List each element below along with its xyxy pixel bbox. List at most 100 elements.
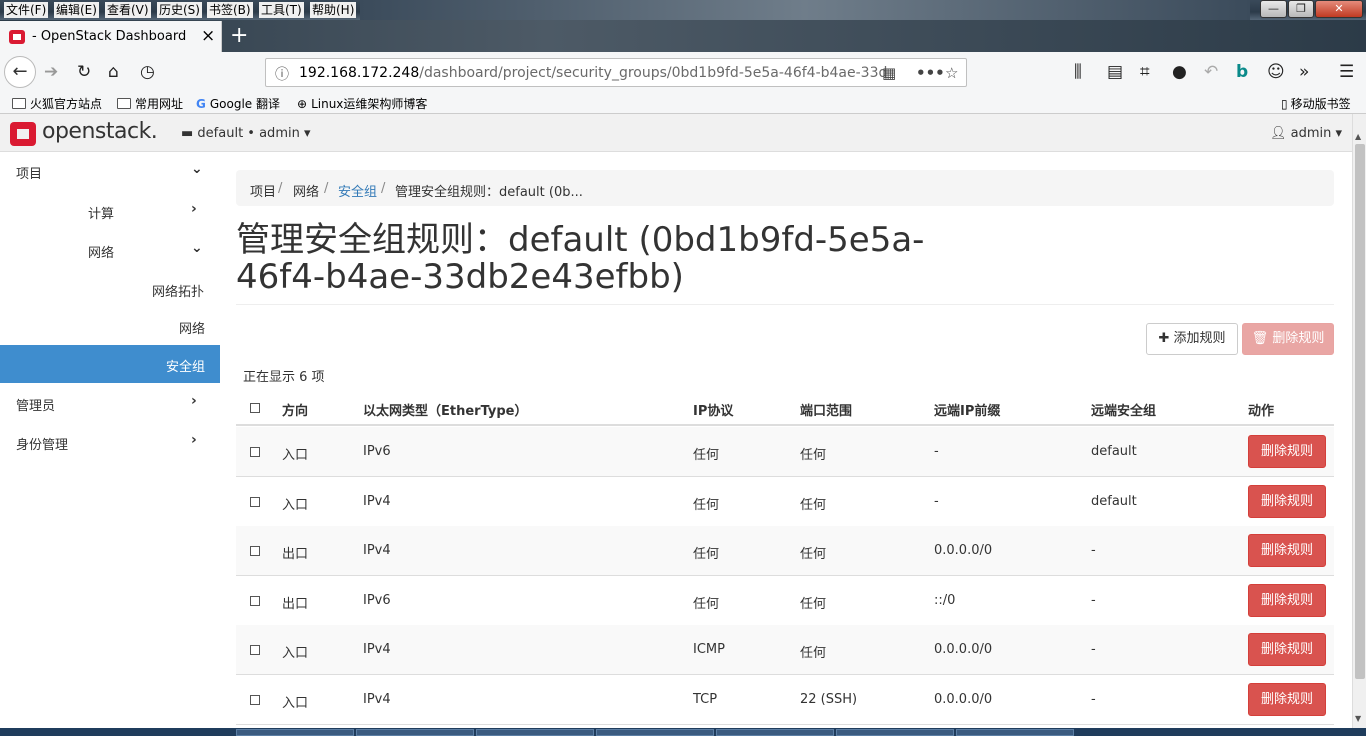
- delete-rule-button[interactable]: 删除规则: [1248, 435, 1326, 468]
- cell-port-range: 任何: [800, 448, 827, 463]
- sidebar-item-network-topology[interactable]: 网络拓扑: [0, 270, 220, 308]
- taskbar-app[interactable]: [956, 729, 1074, 736]
- cell-port-range: 22 (SSH): [800, 692, 858, 707]
- cell-remote-group: -: [1091, 543, 1096, 558]
- taskbar-app[interactable]: [836, 729, 954, 736]
- menu-edit[interactable]: 编辑(E): [54, 2, 99, 18]
- col-ip-protocol[interactable]: IP协议: [693, 400, 733, 419]
- table-row: 出口 IPv4 任何 任何 0.0.0.0/0 - 删除规则: [236, 526, 1334, 576]
- new-tab-button[interactable]: +: [230, 23, 248, 48]
- home-icon[interactable]: ⌂: [108, 62, 119, 82]
- row-checkbox[interactable]: [250, 596, 260, 606]
- cell-ethertype: IPv6: [363, 444, 391, 459]
- taskbar-app[interactable]: [476, 729, 594, 736]
- sidebar-item-admin[interactable]: 管理员 ›: [0, 384, 220, 422]
- bookmark-label: 火狐官方站点: [30, 97, 103, 111]
- page-scrollbar[interactable]: ▲ ▼: [1352, 114, 1366, 728]
- row-checkbox[interactable]: [250, 645, 260, 655]
- library-icon[interactable]: ⫼: [1074, 62, 1082, 82]
- google-translate-icon: G: [196, 97, 206, 111]
- col-remote-ip-prefix[interactable]: 远端IP前缀: [934, 400, 1000, 419]
- col-remote-security-group[interactable]: 远端安全组: [1091, 400, 1156, 419]
- undo-icon[interactable]: ↶: [1204, 62, 1218, 82]
- menu-view[interactable]: 查看(V): [105, 2, 151, 18]
- cell-remote-group: default: [1091, 444, 1137, 459]
- taskbar-app[interactable]: [356, 729, 474, 736]
- bookmark-firefox-site[interactable]: 火狐官方站点: [12, 95, 102, 112]
- bookmark-star-icon[interactable]: ☆: [945, 64, 958, 82]
- openstack-favicon-icon: [9, 30, 25, 44]
- bing-icon[interactable]: b: [1236, 62, 1248, 82]
- overflow-chevrons-icon[interactable]: »: [1299, 62, 1309, 82]
- site-info-icon[interactable]: ⓘ: [275, 64, 289, 84]
- folder-icon: [12, 98, 26, 109]
- history-icon[interactable]: ◷: [140, 62, 155, 82]
- mobile-phone-icon: ▯: [1281, 97, 1288, 111]
- col-direction[interactable]: 方向: [282, 400, 308, 419]
- bookmark-common-sites[interactable]: 常用网址: [117, 95, 183, 112]
- col-ethertype[interactable]: 以太网类型（EtherType）: [363, 400, 528, 419]
- hamburger-menu-icon[interactable]: ☰: [1339, 62, 1354, 82]
- sidebar-item-network[interactable]: 网络 ⌄: [0, 231, 220, 269]
- project-selector[interactable]: ▬ default • admin ▾: [181, 126, 311, 141]
- mobile-bookmarks[interactable]: ▯ 移动版书签: [1281, 95, 1351, 112]
- bookmark-google-translate[interactable]: G Google 翻译: [196, 95, 280, 112]
- cell-ethertype: IPv4: [363, 642, 391, 657]
- minimize-button[interactable]: —: [1260, 0, 1287, 18]
- add-rule-label: 添加规则: [1173, 331, 1226, 346]
- close-window-button[interactable]: ✕: [1315, 0, 1363, 18]
- cell-port-range: 任何: [800, 597, 827, 612]
- page-actions-icon[interactable]: •••: [916, 64, 945, 82]
- row-checkbox[interactable]: [250, 546, 260, 556]
- sidebar-toggle-icon[interactable]: ▤: [1107, 62, 1123, 82]
- sidebar-item-identity[interactable]: 身份管理 ›: [0, 423, 220, 461]
- cell-remote-ip: -: [934, 444, 939, 459]
- account-icon[interactable]: ☺: [1267, 62, 1285, 82]
- menu-history[interactable]: 历史(S): [157, 2, 202, 18]
- qr-code-icon[interactable]: ▦: [882, 64, 896, 82]
- delete-rule-button[interactable]: 删除规则: [1248, 683, 1326, 716]
- tab-close-icon[interactable]: ×: [201, 26, 215, 46]
- delete-rule-button[interactable]: 删除规则: [1248, 584, 1326, 617]
- sidebar-item-compute[interactable]: 计算 ›: [0, 192, 220, 230]
- sidebar-item-networks[interactable]: 网络: [0, 307, 220, 345]
- menu-tools[interactable]: 工具(T): [259, 2, 304, 18]
- col-port-range[interactable]: 端口范围: [800, 400, 852, 419]
- taskbar-app[interactable]: [716, 729, 834, 736]
- scroll-up-arrow-icon[interactable]: ▲: [1355, 132, 1361, 141]
- taskbar-app[interactable]: [236, 729, 354, 736]
- bookmark-linux-blog[interactable]: ⊕ Linux运维架构师博客: [297, 95, 427, 112]
- delete-rule-button[interactable]: 删除规则: [1248, 534, 1326, 567]
- reload-icon[interactable]: ↻: [77, 62, 91, 82]
- chat-icon[interactable]: ●: [1172, 62, 1187, 82]
- back-button[interactable]: ←: [4, 56, 36, 88]
- user-menu[interactable]: 👤︎ admin ▾: [1270, 126, 1342, 141]
- add-rule-button[interactable]: ✚ 添加规则: [1146, 323, 1238, 355]
- row-checkbox[interactable]: [250, 447, 260, 457]
- sidebar-item-project[interactable]: 项目 ⌄: [0, 152, 220, 190]
- url-bar[interactable]: ⓘ 192.168.172.248/dashboard/project/secu…: [265, 58, 967, 87]
- chevron-right-icon: ›: [191, 393, 197, 409]
- project-icon: ▬: [181, 126, 198, 141]
- row-checkbox[interactable]: [250, 497, 260, 507]
- maximize-button[interactable]: ❐: [1288, 0, 1314, 18]
- tab-openstack-dashboard[interactable]: - OpenStack Dashboard ×: [0, 21, 222, 52]
- breadcrumb: 项目 / 网络 / 安全组 / 管理安全组规则：default (0b...: [236, 170, 1334, 206]
- delete-rule-button[interactable]: 删除规则: [1248, 633, 1326, 666]
- taskbar-app[interactable]: [596, 729, 714, 736]
- scroll-down-arrow-icon[interactable]: ▼: [1355, 714, 1361, 723]
- row-checkbox[interactable]: [250, 695, 260, 705]
- menu-help[interactable]: 帮助(H): [310, 2, 357, 18]
- breadcrumb-security-groups-link[interactable]: 安全组: [338, 181, 377, 200]
- sidebar-item-security-groups[interactable]: 安全组: [0, 345, 220, 383]
- screenshot-crop-icon[interactable]: ⌗: [1140, 62, 1150, 82]
- delete-rule-button[interactable]: 删除规则: [1248, 485, 1326, 518]
- scrollbar-thumb[interactable]: [1355, 144, 1365, 679]
- menu-bookmarks[interactable]: 书签(B): [207, 2, 253, 18]
- menu-file[interactable]: 文件(F): [4, 2, 49, 18]
- openstack-topbar: openstack. ▬ default • admin ▾ 👤︎ admin …: [0, 114, 1352, 152]
- forward-icon[interactable]: ➔: [44, 62, 58, 82]
- delete-rules-button[interactable]: 🗑︎ 删除规则: [1242, 323, 1334, 355]
- select-all-checkbox[interactable]: [250, 403, 260, 413]
- page-title: 管理安全组规则：default (0bd1b9fd-5e5a-46f4-b4ae…: [236, 220, 925, 297]
